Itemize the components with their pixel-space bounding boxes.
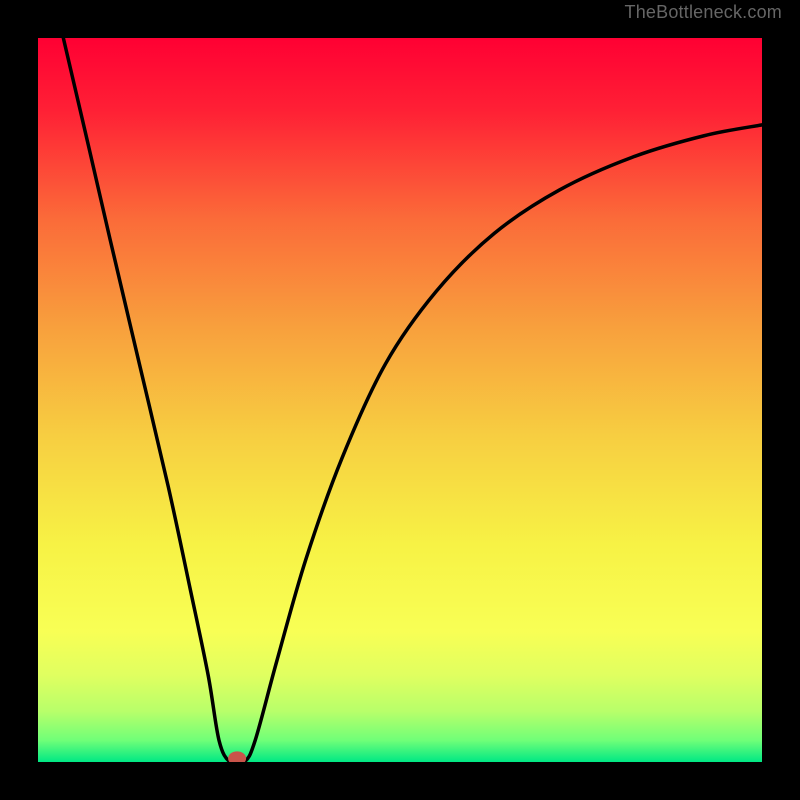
watermark-text: TheBottleneck.com: [625, 2, 782, 23]
frame-border: [0, 762, 800, 800]
frame-border: [0, 0, 38, 800]
chart-frame: TheBottleneck.com: [0, 0, 800, 800]
frame-border: [762, 0, 800, 800]
bottleneck-chart: [0, 0, 800, 800]
